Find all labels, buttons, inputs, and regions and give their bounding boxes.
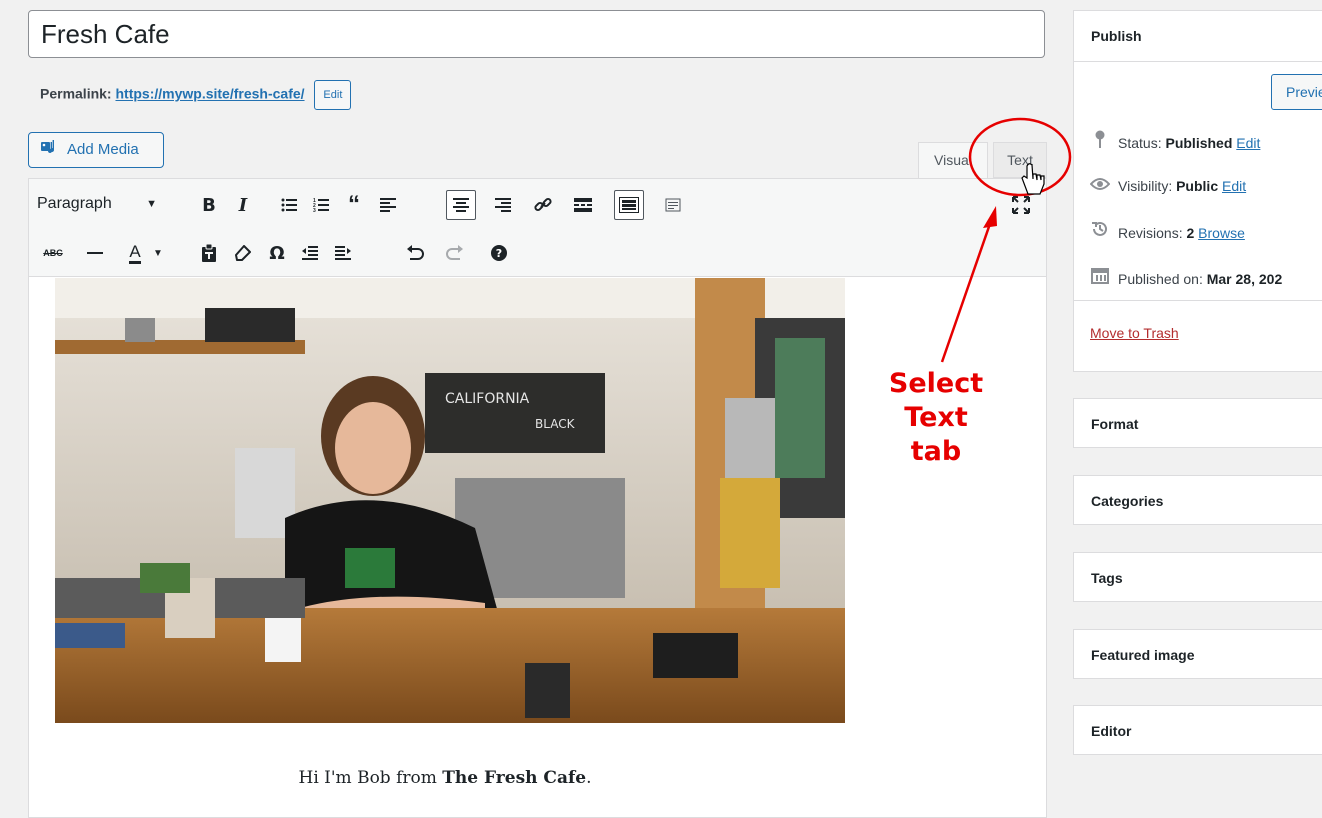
- annotation-line-2: Text tab: [904, 402, 968, 467]
- annotation-arrow: [940, 217, 994, 363]
- cursor-hand-icon: [1021, 163, 1045, 195]
- highlight-circle: [968, 117, 1072, 197]
- annotation-line-1: Select: [888, 368, 984, 399]
- arrowhead: [983, 206, 997, 228]
- annotation-label: Select Text tab: [876, 367, 996, 469]
- annotation-overlay: [940, 117, 1072, 363]
